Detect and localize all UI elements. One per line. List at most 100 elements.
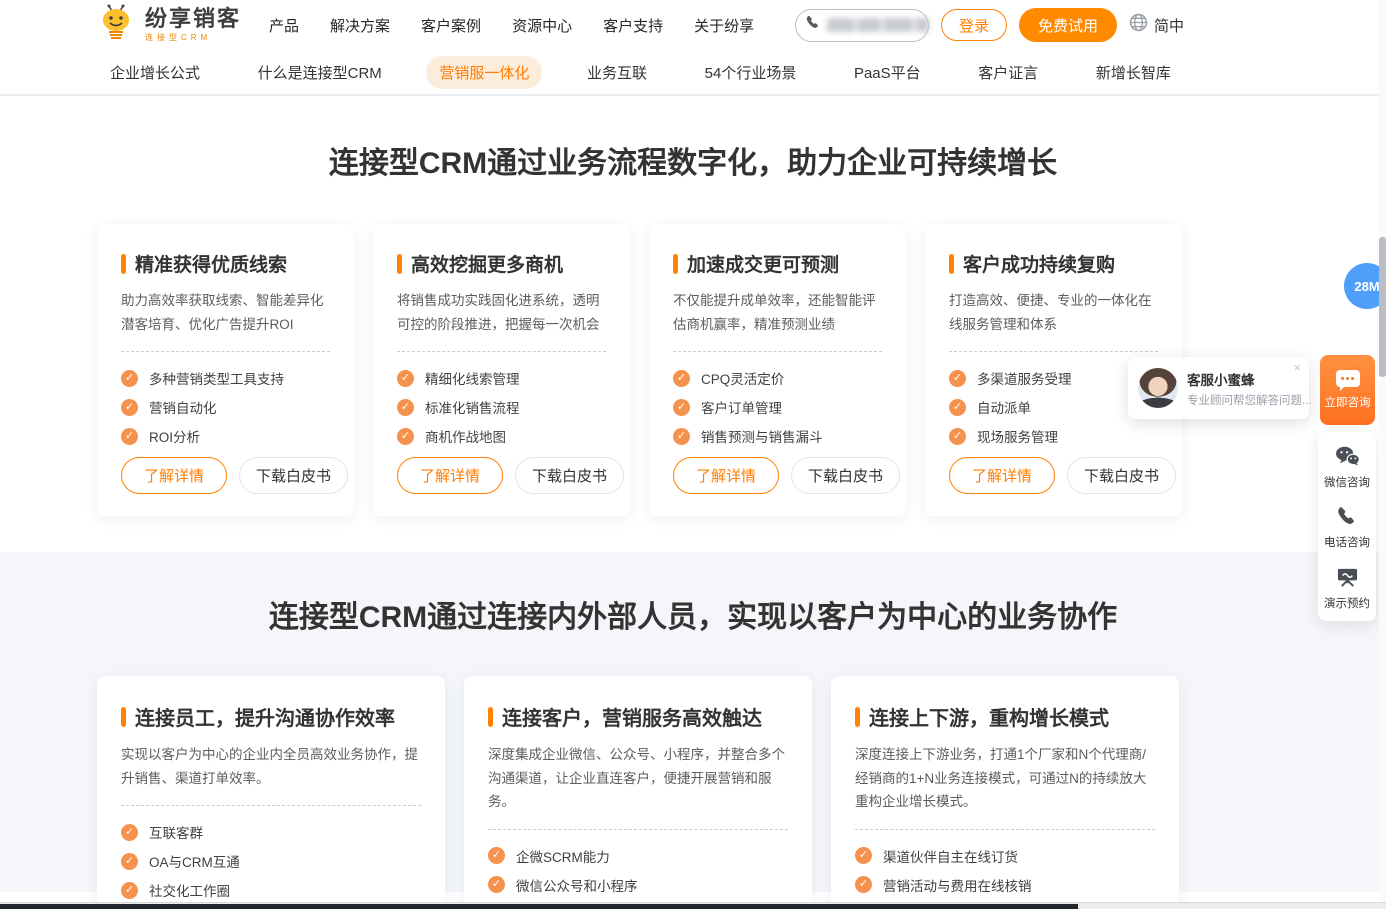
agent-name: 客服小蜜蜂 [1187,369,1299,389]
list-item: ✓ROI分析 [121,426,330,446]
title-bar-icon [949,254,954,274]
card-title: 连接员工，提升沟通协作效率 [121,702,421,731]
list-item: ✓营销自动化 [121,397,330,417]
subnav-testimonials[interactable]: 客户证言 [965,56,1051,89]
demo-booking-button[interactable]: 演示预约 [1324,566,1370,611]
bullet-list: ✓精细化线索管理 ✓标准化销售流程 ✓商机作战地图 [397,368,606,446]
phone-number-pill[interactable] [795,9,929,42]
check-icon: ✓ [949,399,966,416]
login-button[interactable]: 登录 [941,9,1007,41]
section2-cards: 连接员工，提升沟通协作效率 实现以客户为中心的企业内全员高效业务协作，提升销售、… [97,676,1184,909]
globe-icon [1129,13,1148,37]
check-icon: ✓ [855,876,872,893]
section-collaboration: 连接型CRM通过连接内外部人员，实现以客户为中心的业务协作 连接员工，提升沟通协… [0,552,1386,892]
bullet-list: ✓渠道伙伴自主在线订货 ✓营销活动与费用在线核销 ✓上下游深度协作 [855,846,1155,909]
nav-item-about[interactable]: 关于纷享 [694,15,754,36]
subnav-industry-scenarios[interactable]: 54个行业场景 [692,56,810,89]
check-icon: ✓ [488,876,505,893]
check-icon: ✓ [673,370,690,387]
free-trial-button[interactable]: 免费试用 [1019,8,1117,42]
download-whitepaper-button[interactable]: 下载白皮书 [791,457,900,494]
bullet-list: ✓多种营销类型工具支持 ✓营销自动化 ✓ROI分析 [121,368,330,446]
chat-popup[interactable]: 客服小蜜蜂 专业顾问帮您解答问题... × [1128,357,1309,419]
list-item: ✓企微SCRM能力 [488,846,788,866]
detail-button[interactable]: 了解详情 [121,457,227,494]
brand-logo[interactable]: 纷享销客 连接型CRM [97,4,241,47]
card-connect-customers: 连接客户，营销服务高效触达 深度集成企业微信、公众号、小程序，并整合多个沟通渠道… [464,676,812,909]
bee-logo-icon [97,4,137,47]
nav-item-resources[interactable]: 资源中心 [512,15,572,36]
card-desc: 助力高效率获取线索、智能差异化潜客培育、优化广告提升ROI [121,289,330,336]
check-icon: ✓ [121,370,138,387]
secondary-navbar: 企业增长公式 什么是连接型CRM 营销服一体化 业务互联 54个行业场景 Paa… [0,50,1386,96]
wechat-consult-button[interactable]: 微信咨询 [1324,446,1370,490]
brand-name: 纷享销客 [145,8,241,30]
check-icon: ✓ [673,399,690,416]
check-icon: ✓ [855,847,872,864]
phone-consult-button[interactable]: 电话咨询 [1324,506,1370,550]
dashed-divider [121,351,330,352]
title-bar-icon [397,254,402,274]
dashed-divider [397,351,606,352]
card-connect-upstream-downstream: 连接上下游，重构增长模式 深度连接上下游业务，打通1个厂家和N个代理商/经销商的… [831,676,1179,909]
chat-bubble-icon [1336,370,1360,387]
vertical-scrollbar-track[interactable] [1379,0,1386,909]
detail-button[interactable]: 了解详情 [397,457,503,494]
bullet-list: ✓互联客群 ✓OA与CRM互通 ✓社交化工作圈 [121,822,421,900]
presentation-board-icon [1336,566,1359,588]
subnav-business-connect[interactable]: 业务互联 [574,56,660,89]
language-switcher[interactable]: 简中 [1129,13,1184,37]
download-whitepaper-button[interactable]: 下载白皮书 [1067,457,1176,494]
phone-icon [1337,506,1358,527]
detail-button[interactable]: 了解详情 [673,457,779,494]
list-item: ✓自动派单 [949,397,1158,417]
check-icon: ✓ [121,428,138,445]
card-title: 高效挖掘更多商机 [397,250,606,277]
phone-icon [806,15,821,35]
subnav-what-is-crm[interactable]: 什么是连接型CRM [245,56,395,89]
agent-message: 专业顾问帮您解答问题... [1187,392,1299,408]
phone-number-blurred [827,18,929,32]
list-item: ✓标准化销售流程 [397,397,606,417]
side-item-label: 演示预约 [1324,595,1370,611]
section2-title: 连接型CRM通过连接内外部人员，实现以客户为中心的业务协作 [0,592,1386,636]
contact-side-panel: 微信咨询 电话咨询 演示预约 [1318,432,1376,621]
list-item: ✓社交化工作圈 [121,880,421,900]
nav-item-support[interactable]: 客户支持 [603,15,663,36]
check-icon: ✓ [121,824,138,841]
card-buttons: 了解详情 下载白皮书 [949,457,1176,494]
card-title: 精准获得优质线索 [121,250,330,277]
vertical-scrollbar-thumb[interactable] [1379,237,1386,377]
check-icon: ✓ [949,428,966,445]
detail-button[interactable]: 了解详情 [949,457,1055,494]
bullet-list: ✓企微SCRM能力 ✓微信公众号和小程序 ✓多渠道的客户服务接入 [488,846,788,909]
horizontal-scrollbar-thumb[interactable] [0,904,1078,909]
subnav-growth-formula[interactable]: 企业增长公式 [97,56,213,89]
horizontal-scrollbar-track[interactable] [0,902,1386,909]
nav-item-products[interactable]: 产品 [269,15,299,36]
close-icon[interactable]: × [1293,360,1301,375]
card-desc: 不仅能提升成单效率，还能智能评估商机赢率，精准预测业绩 [673,289,882,336]
card-opportunities: 高效挖掘更多商机 将销售成功实践固化进系统，透明可控的阶段推进，把握每一次机会 … [373,224,630,516]
dashed-divider [855,829,1155,830]
list-item: ✓互联客群 [121,822,421,842]
card-title: 加速成交更可预测 [673,250,882,277]
download-whitepaper-button[interactable]: 下载白皮书 [515,457,624,494]
check-icon: ✓ [673,428,690,445]
nav-item-cases[interactable]: 客户案例 [421,15,481,36]
subnav-growth-library[interactable]: 新增长智库 [1083,56,1184,89]
list-item: ✓多种营销类型工具支持 [121,368,330,388]
card-leads: 精准获得优质线索 助力高效率获取线索、智能差异化潜客培育、优化广告提升ROI ✓… [97,224,354,516]
nav-item-solutions[interactable]: 解决方案 [330,15,390,36]
check-icon: ✓ [121,853,138,870]
check-icon: ✓ [949,370,966,387]
subnav-paas-platform[interactable]: PaaS平台 [841,56,934,89]
consult-now-button[interactable]: 立即咨询 [1320,355,1375,425]
list-item: ✓CPQ灵活定价 [673,368,882,388]
card-desc: 深度集成企业微信、公众号、小程序，并整合多个沟通渠道，让企业直连客户，便捷开展营… [488,743,788,814]
language-label: 简中 [1154,15,1184,36]
subnav-marketing-sales-service[interactable]: 营销服一体化 [426,56,542,89]
check-icon: ✓ [488,847,505,864]
section1-title: 连接型CRM通过业务流程数字化，助力企业可持续增长 [0,138,1386,182]
download-whitepaper-button[interactable]: 下载白皮书 [239,457,348,494]
